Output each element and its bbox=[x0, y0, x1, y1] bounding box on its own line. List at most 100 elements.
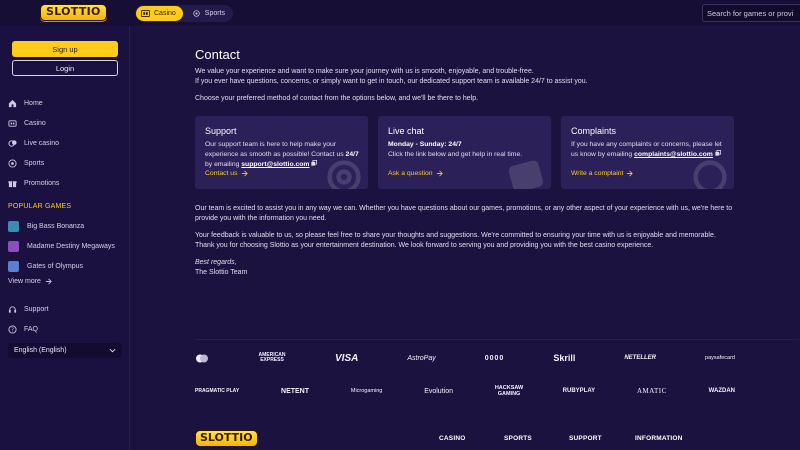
mastercard-logo bbox=[195, 352, 209, 364]
wazdan-logo: WAZDAN bbox=[708, 388, 735, 394]
live-chat-card: Live chat Monday - Sunday: 24/7 Click th… bbox=[378, 116, 551, 189]
live-casino-icon bbox=[8, 139, 17, 147]
vertical-tabs: Casino Sports bbox=[135, 5, 234, 22]
provider-logos-row: PRAGMATIC PLAY NETENT Microgaming Evolut… bbox=[195, 385, 735, 397]
svg-text:?: ? bbox=[11, 327, 14, 333]
sidebar-item-support[interactable]: Support bbox=[8, 302, 49, 316]
sidebar-item-label: Promotions bbox=[24, 179, 60, 187]
support-card-title: Support bbox=[205, 126, 237, 136]
game-thumbnail bbox=[8, 240, 19, 252]
at-sign-icon bbox=[327, 160, 361, 189]
complaints-email-link[interactable]: complaints@slottio.com bbox=[634, 151, 713, 158]
write-complaint-link[interactable]: Write a complaint bbox=[571, 170, 634, 177]
game-thumbnail bbox=[8, 220, 19, 232]
sidebar-item-live-casino[interactable]: Live casino bbox=[8, 136, 59, 150]
live-chat-hours: Monday - Sunday: 24/7 bbox=[388, 141, 462, 148]
sidebar-item-home[interactable]: Home bbox=[8, 96, 43, 110]
game-thumbnail bbox=[8, 260, 19, 272]
pragmatic-play-logo: PRAGMATIC PLAY bbox=[195, 388, 240, 394]
visa-logo: VISA bbox=[335, 352, 359, 364]
contact-us-link[interactable]: Contact us bbox=[205, 170, 248, 177]
tab-casino[interactable]: Casino bbox=[136, 6, 183, 21]
copy-icon[interactable] bbox=[715, 150, 721, 156]
promotions-icon bbox=[8, 180, 17, 187]
language-select[interactable]: English (English) bbox=[8, 343, 122, 358]
complaints-card: Complaints If you have any complaints or… bbox=[561, 116, 734, 189]
sidebar-game-gates-of-olympus[interactable]: Gates of Olympus bbox=[8, 259, 83, 273]
support-card-hours: 24/7 bbox=[345, 151, 359, 158]
sports-ball-icon bbox=[8, 158, 17, 168]
view-more-label: View more bbox=[8, 278, 41, 285]
intro-text-1: We value your experience and want to mak… bbox=[195, 68, 534, 75]
game-label: Big Bass Bonanza bbox=[27, 222, 85, 230]
sidebar-item-casino[interactable]: Casino bbox=[8, 116, 46, 130]
write-complaint-label: Write a complaint bbox=[571, 170, 624, 177]
sidebar-item-label: Live casino bbox=[24, 139, 60, 147]
support-card: Support Our support team is here to help… bbox=[195, 116, 368, 189]
main-content: Contact We value your experience and wan… bbox=[131, 26, 800, 450]
sidebar-item-label: FAQ bbox=[24, 325, 39, 333]
support-card-text-b: by emailing bbox=[205, 161, 242, 168]
sidebar-game-big-bass-bonanza[interactable]: Big Bass Bonanza bbox=[8, 219, 84, 233]
sidebar-item-faq[interactable]: ? FAQ bbox=[8, 322, 38, 336]
sidebar-item-sports[interactable]: Sports bbox=[8, 156, 44, 170]
amatic-logo: AMATIC bbox=[636, 387, 667, 395]
language-value: English (English) bbox=[14, 347, 67, 354]
intro-text-2: If you ever have questions, concerns, or… bbox=[195, 78, 588, 85]
sports-ball-icon bbox=[193, 10, 200, 17]
top-bar: SLOTTIO Casino Sports bbox=[0, 0, 800, 26]
live-chat-description: Click the link below and get help in rea… bbox=[388, 151, 523, 158]
signup-button[interactable]: Sign up bbox=[12, 41, 118, 57]
faq-icon: ? bbox=[8, 324, 17, 333]
complaints-card-text: If you have any complaints or concerns, … bbox=[571, 140, 727, 160]
game-label: Gates of Olympus bbox=[27, 262, 84, 270]
page-title: Contact bbox=[195, 47, 240, 62]
footer-col-casino[interactable]: CASINO bbox=[439, 435, 465, 442]
home-icon bbox=[8, 99, 17, 107]
sidebar-item-label: Support bbox=[24, 305, 49, 313]
arrow-right-icon bbox=[241, 170, 248, 177]
login-button[interactable]: Login bbox=[12, 60, 118, 76]
arrow-right-icon bbox=[45, 278, 52, 285]
sidebar-item-label: Sports bbox=[24, 159, 45, 167]
sidebar-item-label: Home bbox=[24, 99, 43, 107]
paragraph-thanks: Thank you for choosing Slottio as your e… bbox=[195, 242, 654, 249]
casino-icon bbox=[8, 119, 17, 127]
view-more-link[interactable]: View more bbox=[8, 278, 52, 285]
sidebar-item-promotions[interactable]: Promotions bbox=[8, 176, 59, 190]
regards-text: Best regards, bbox=[195, 259, 237, 266]
tab-sports[interactable]: Sports bbox=[187, 6, 232, 21]
paysafecard-logo: paysafecard bbox=[705, 355, 735, 361]
ask-question-link[interactable]: Ask a question bbox=[388, 170, 443, 177]
contact-us-label: Contact us bbox=[205, 170, 238, 177]
sidebar-game-madame-destiny[interactable]: Madame Destiny Megaways bbox=[8, 239, 115, 253]
popular-games-title: POPULAR GAMES bbox=[8, 203, 72, 210]
footer-col-sports[interactable]: SPORTS bbox=[504, 435, 532, 442]
support-card-text-a: Our support team is here to help make yo… bbox=[205, 141, 346, 158]
microgaming-logo: Microgaming bbox=[350, 388, 383, 394]
paragraph-assist: Our team is excited to assist you in any… bbox=[195, 205, 733, 222]
tab-sports-label: Sports bbox=[204, 10, 226, 17]
support-email-link[interactable]: support@slottio.com bbox=[241, 161, 309, 168]
footer-slottio-logo[interactable]: SLOTTIO bbox=[195, 430, 258, 447]
payment-logo-4: 0000 bbox=[484, 354, 505, 362]
amex-logo: AMERICAN EXPRESS bbox=[258, 352, 286, 363]
search-input[interactable] bbox=[707, 8, 800, 18]
chat-smile-icon bbox=[509, 160, 543, 189]
intro-text-3: Choose your preferred method of contact … bbox=[195, 95, 479, 102]
footer-col-support[interactable]: SUPPORT bbox=[569, 435, 602, 442]
copy-icon[interactable] bbox=[311, 160, 318, 166]
live-chat-card-text: Monday - Sunday: 24/7 Click the link bel… bbox=[388, 140, 544, 160]
sad-face-icon bbox=[693, 160, 727, 189]
footer-col-information[interactable]: INFORMATION bbox=[635, 435, 683, 442]
chevron-down-icon bbox=[109, 348, 116, 353]
footer-divider bbox=[195, 339, 799, 340]
arrow-right-icon bbox=[627, 170, 634, 177]
skrill-logo: Skrill bbox=[553, 353, 576, 363]
payment-logos-row: AMERICAN EXPRESS VISA AstroPay 0000 Skri… bbox=[195, 352, 735, 364]
arrow-right-icon bbox=[436, 170, 443, 177]
complaints-card-title: Complaints bbox=[571, 126, 617, 136]
paragraph-feedback: Your feedback is valuable to us, so plea… bbox=[195, 232, 716, 239]
evolution-logo: Evolution bbox=[424, 387, 453, 395]
slottio-logo[interactable]: SLOTTIO bbox=[40, 4, 107, 21]
